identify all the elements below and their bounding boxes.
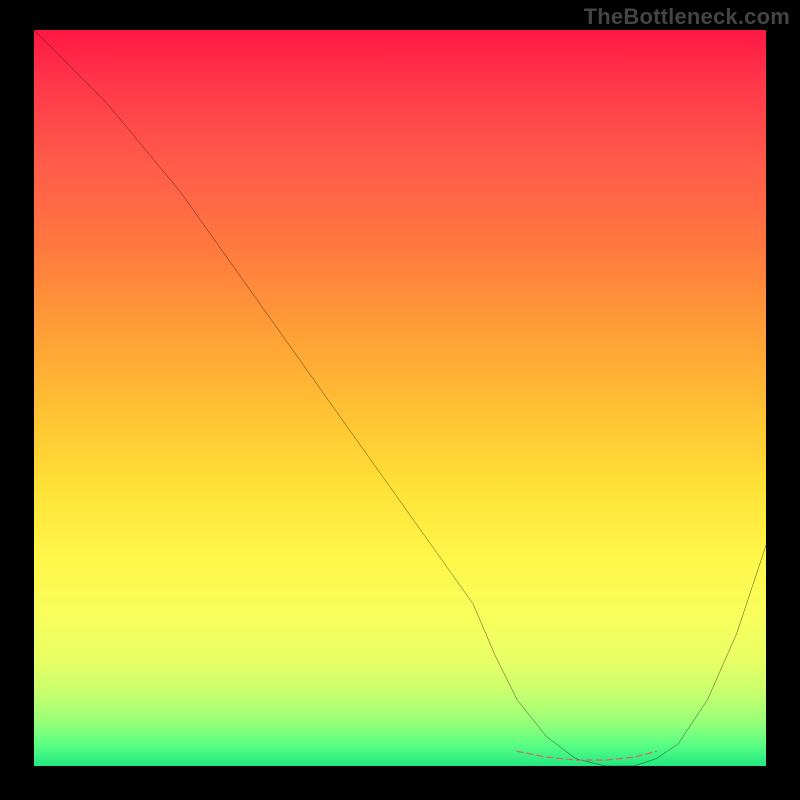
optimal-band-path bbox=[517, 751, 656, 760]
curve-layer bbox=[34, 30, 766, 766]
plot-area bbox=[34, 30, 766, 766]
bottleneck-curve-path bbox=[34, 30, 766, 766]
watermark-text: TheBottleneck.com bbox=[584, 4, 790, 30]
chart-stage: TheBottleneck.com bbox=[0, 0, 800, 800]
